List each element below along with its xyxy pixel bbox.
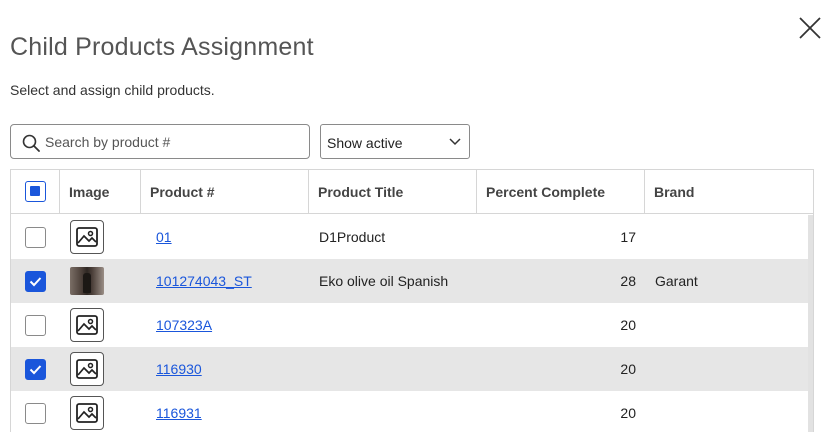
column-header-percent-complete[interactable]: Percent Complete [477,170,645,214]
percent-complete: 20 [620,361,636,377]
column-header-image[interactable]: Image [60,170,141,214]
chevron-down-icon [449,138,461,146]
search-box[interactable] [10,124,310,159]
column-header-product-number[interactable]: Product # [141,170,309,214]
row-checkbox[interactable] [25,227,46,248]
product-number-link[interactable]: 01 [156,229,172,245]
image-icon [76,227,98,247]
image-icon [76,403,98,423]
image-icon [76,359,98,379]
select-all-checkbox[interactable] [25,181,46,202]
checkmark-icon [29,277,42,287]
table-row[interactable]: 116930 20 [11,347,808,391]
product-number-link[interactable]: 116930 [156,361,202,377]
dialog-title: Child Products Assignment [10,33,314,61]
child-products-table: Image Product # Product Title Percent Co… [10,169,814,432]
row-checkbox[interactable] [25,403,46,424]
table-row[interactable]: 107323A 20 [11,303,808,347]
status-filter-value: Show active [327,135,403,151]
vertical-scrollbar[interactable] [808,215,813,432]
close-icon [799,17,821,39]
row-checkbox[interactable] [25,271,46,292]
row-checkbox[interactable] [25,359,46,380]
checkmark-icon [29,365,42,375]
product-number-link[interactable]: 107323A [156,317,212,333]
product-title: D1Product [319,229,386,245]
product-photo [70,267,104,295]
percent-complete: 28 [620,273,636,289]
product-image-placeholder [70,220,104,254]
status-filter-select[interactable]: Show active [320,124,470,159]
table-row[interactable]: 01 D1Product 17 [11,215,808,259]
product-image-placeholder [70,352,104,386]
table-row[interactable]: 116931 20 [11,391,808,432]
search-icon [22,134,40,152]
product-title: Eko olive oil Spanish [319,273,449,289]
brand: Garant [655,273,698,289]
column-header-brand[interactable]: Brand [645,170,813,214]
product-number-link[interactable]: 116931 [156,405,202,421]
percent-complete: 20 [620,317,636,333]
close-button[interactable] [797,15,823,41]
dialog-subtitle: Select and assign child products. [10,82,215,98]
select-all-cell [11,170,60,214]
search-input[interactable] [45,125,305,158]
product-number-link[interactable]: 101274043_ST [156,273,252,289]
percent-complete: 17 [620,229,636,245]
product-image-placeholder [70,308,104,342]
column-header-product-title[interactable]: Product Title [309,170,477,214]
row-checkbox[interactable] [25,315,46,336]
percent-complete: 20 [620,405,636,421]
product-image-placeholder [70,396,104,430]
table-row[interactable]: 101274043_ST Eko olive oil Spanish 28 Ga… [11,259,808,303]
table-header: Image Product # Product Title Percent Co… [11,170,813,214]
image-icon [76,315,98,335]
